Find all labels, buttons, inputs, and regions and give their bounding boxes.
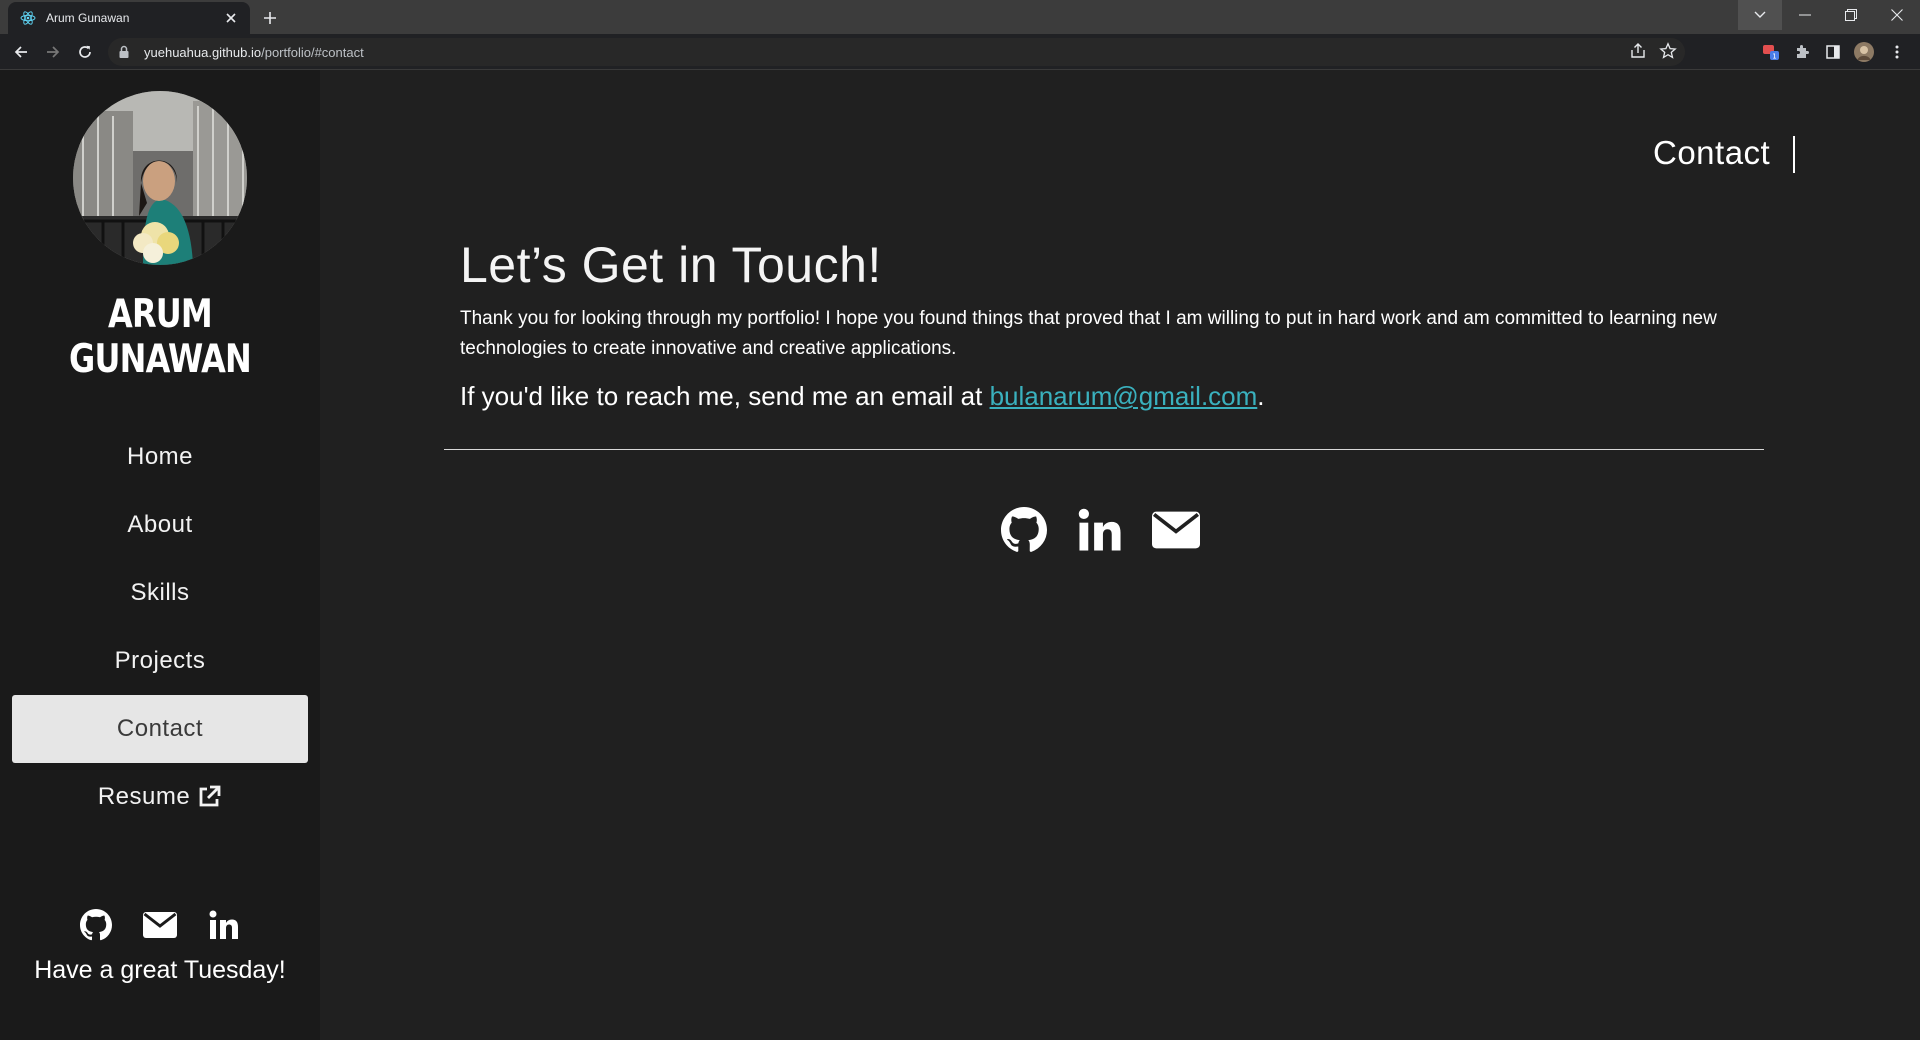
sidebar: ARUM GUNAWAN Home About Skills Projects … bbox=[0, 70, 320, 1040]
reach-me-text: If you'd like to reach me, send me an em… bbox=[460, 381, 1265, 412]
github-icon[interactable] bbox=[1000, 504, 1048, 556]
browser-tab[interactable]: Arum Gunawan bbox=[8, 2, 250, 34]
browser-tab-bar: Arum Gunawan bbox=[0, 0, 1920, 34]
extension-badge-icon[interactable]: 1 bbox=[1760, 41, 1782, 63]
site-name: ARUM GUNAWAN bbox=[69, 292, 252, 382]
close-window-icon[interactable] bbox=[1874, 0, 1920, 30]
address-bar[interactable]: yuehuahua.github.io/portfolio/#contact bbox=[108, 38, 1685, 66]
nav-item-resume[interactable]: Resume bbox=[12, 763, 308, 831]
bookmark-star-icon[interactable] bbox=[1659, 42, 1677, 60]
nav-item-home[interactable]: Home bbox=[12, 423, 308, 491]
side-panel-icon[interactable] bbox=[1822, 41, 1844, 63]
back-arrow-icon[interactable] bbox=[10, 41, 32, 63]
nav-item-label: Contact bbox=[116, 715, 204, 742]
email-icon[interactable] bbox=[1152, 504, 1200, 556]
nav-item-skills[interactable]: Skills bbox=[12, 559, 308, 627]
nav-item-label: About bbox=[127, 511, 193, 538]
profile-photo bbox=[73, 91, 247, 265]
email-icon[interactable] bbox=[143, 908, 177, 942]
react-favicon-icon bbox=[20, 10, 36, 26]
extensions-puzzle-icon[interactable] bbox=[1791, 41, 1813, 63]
page-heading: Let’s Get in Touch! bbox=[460, 237, 882, 293]
linkedin-icon[interactable] bbox=[207, 908, 241, 942]
nav-item-contact[interactable]: Contact bbox=[12, 695, 308, 763]
divider bbox=[444, 449, 1764, 450]
nav-item-label: Home bbox=[126, 443, 194, 470]
forward-arrow-icon[interactable] bbox=[42, 41, 64, 63]
nav-item-about[interactable]: About bbox=[12, 491, 308, 559]
external-link-icon bbox=[196, 784, 222, 810]
main-social-links bbox=[1000, 504, 1200, 556]
lock-icon bbox=[118, 45, 132, 59]
github-icon[interactable] bbox=[79, 908, 113, 942]
intro-paragraph: Thank you for looking through my portfol… bbox=[460, 308, 1717, 359]
nav-item-label: Projects bbox=[114, 647, 206, 674]
reach-me-label: If you'd like to reach me, send me an em… bbox=[460, 381, 990, 411]
browser-toolbar: yuehuahua.github.io/portfolio/#contact 1 bbox=[0, 34, 1920, 70]
profile-avatar-icon[interactable] bbox=[1853, 41, 1875, 63]
new-tab-icon[interactable] bbox=[258, 6, 282, 30]
url-path: /portfolio/#contact bbox=[261, 44, 364, 60]
restore-icon[interactable] bbox=[1828, 0, 1874, 30]
close-tab-icon[interactable] bbox=[222, 9, 240, 27]
minimize-icon[interactable] bbox=[1782, 0, 1828, 30]
reload-icon[interactable] bbox=[74, 41, 96, 63]
linkedin-icon[interactable] bbox=[1076, 504, 1124, 556]
url-host: yuehuahua.github.io bbox=[144, 44, 262, 60]
url-text: yuehuahua.github.io/portfolio/#contact bbox=[144, 45, 364, 60]
nav-item-label: Resume bbox=[97, 783, 191, 810]
nav-item-projects[interactable]: Projects bbox=[12, 627, 308, 695]
email-link[interactable]: bulanarum@gmail.com bbox=[990, 381, 1258, 411]
share-icon[interactable] bbox=[1629, 42, 1647, 60]
tab-search-icon[interactable] bbox=[1738, 0, 1782, 30]
svg-text:1: 1 bbox=[1772, 53, 1776, 61]
section-title: Contact bbox=[1653, 134, 1771, 171]
greeting-text: Have a great Tuesday! bbox=[34, 956, 286, 984]
reach-me-end: . bbox=[1257, 381, 1265, 411]
tab-title: Arum Gunawan bbox=[46, 11, 130, 25]
browser-menu-icon[interactable] bbox=[1886, 41, 1908, 63]
sidebar-social-links bbox=[0, 908, 320, 942]
nav-item-label: Skills bbox=[130, 579, 190, 606]
typing-cursor bbox=[1793, 136, 1795, 173]
sidebar-nav: Home About Skills Projects Contact Resum… bbox=[12, 423, 308, 831]
